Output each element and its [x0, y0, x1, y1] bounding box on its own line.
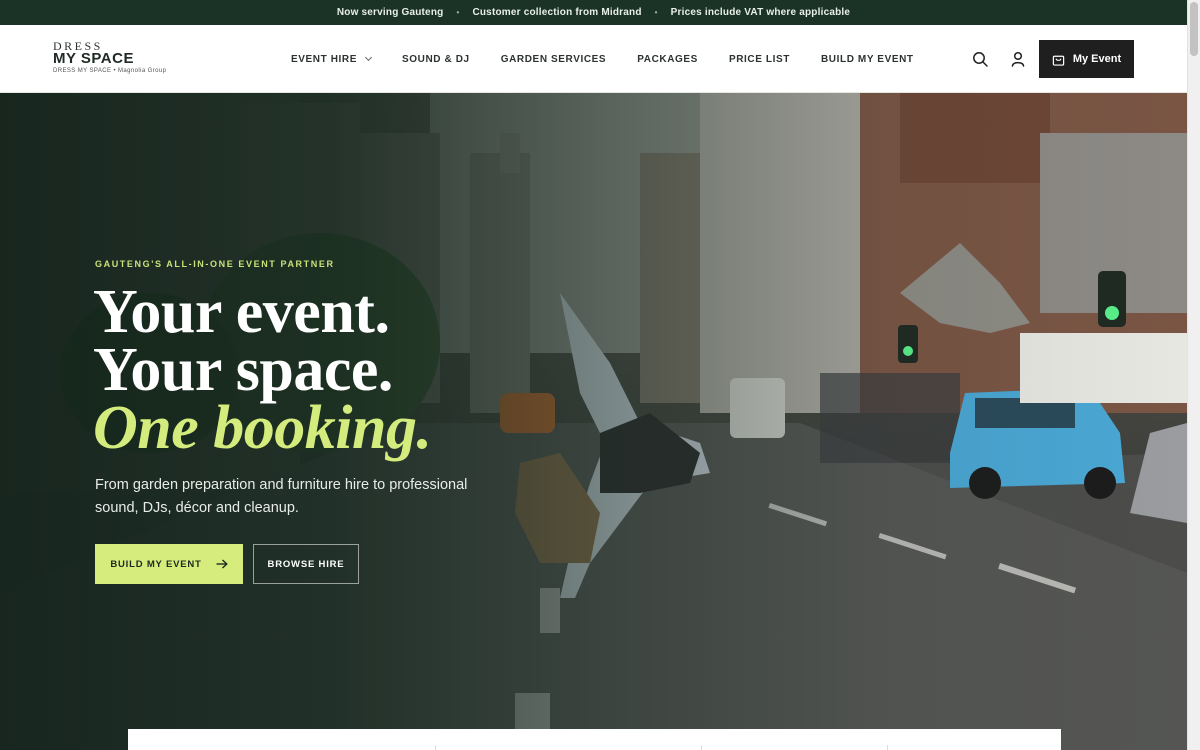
announcement-item: Prices include VAT where applicable [670, 7, 851, 18]
nav-item-event-hire[interactable]: EVENT HIRE [291, 53, 373, 65]
logo-tagline: DRESS MY SPACE • Magnolia Group [53, 68, 167, 74]
page-scrollbar[interactable] [1187, 0, 1200, 750]
announcement-item: Customer collection from Midrand [472, 7, 642, 18]
nav-item-sound-dj[interactable]: SOUND & DJ [402, 54, 470, 65]
arrow-right-icon [216, 559, 228, 569]
nav-item-label: BUILD MY EVENT [820, 53, 914, 65]
announcement-bar: Now serving Gauteng • Customer collectio… [0, 0, 1187, 25]
hero-eyebrow: GAUTENG'S ALL-IN-ONE EVENT PARTNER [95, 259, 335, 269]
shopping-bag-icon [1052, 55, 1065, 66]
browse-hire-button[interactable]: BROWSE HIRE [253, 544, 359, 584]
card-divider [701, 745, 702, 750]
card-divider [887, 745, 888, 750]
chevron-down-icon [364, 53, 373, 62]
nav-item-packages[interactable]: PACKAGES [637, 54, 698, 65]
brand-logo[interactable]: DRESS MY SPACE DRESS MY SPACE • Magnolia… [53, 40, 167, 74]
scrollbar-thumb[interactable] [1190, 2, 1198, 56]
build-my-event-label: BUILD MY EVENT [110, 558, 202, 570]
my-event-button[interactable]: My Event [1039, 40, 1134, 78]
nav-item-label: GARDEN SERVICES [500, 53, 607, 65]
user-icon[interactable] [1010, 51, 1026, 67]
browse-hire-label: BROWSE HIRE [267, 558, 345, 570]
site-header: DRESS MY SPACE DRESS MY SPACE • Magnolia… [0, 25, 1187, 93]
announcement-item: Now serving Gauteng [336, 7, 444, 18]
nav-item-label: EVENT HIRE [291, 53, 358, 65]
search-icon[interactable] [972, 51, 988, 67]
quick-booking-card [128, 729, 1061, 750]
hero-subtext: From garden preparation and furniture hi… [95, 477, 468, 516]
hero-headline-1: Your event. [93, 278, 390, 346]
my-event-label: My Event [1072, 53, 1122, 65]
main-nav: EVENT HIRE SOUND & DJ GARDEN SERVICES PA… [291, 25, 914, 93]
nav-item-label: PRICE LIST [728, 53, 790, 65]
nav-item-label: SOUND & DJ [402, 53, 470, 65]
announcement-separator: • [654, 8, 658, 17]
nav-item-build-my-event[interactable]: BUILD MY EVENT [821, 54, 914, 65]
card-divider [435, 745, 436, 750]
hero-headline-2: Your space. [93, 336, 393, 404]
build-my-event-button[interactable]: BUILD MY EVENT [95, 544, 243, 584]
nav-item-price-list[interactable]: PRICE LIST [729, 54, 790, 65]
nav-item-label: PACKAGES [637, 53, 698, 65]
hero-section: GAUTENG'S ALL-IN-ONE EVENT PARTNER Your … [0, 93, 1187, 750]
nav-item-garden-services[interactable]: GARDEN SERVICES [501, 54, 607, 65]
announcement-separator: • [456, 8, 460, 17]
hero-headline-3: One booking. [93, 394, 432, 462]
logo-line-2: MY SPACE [53, 50, 134, 67]
